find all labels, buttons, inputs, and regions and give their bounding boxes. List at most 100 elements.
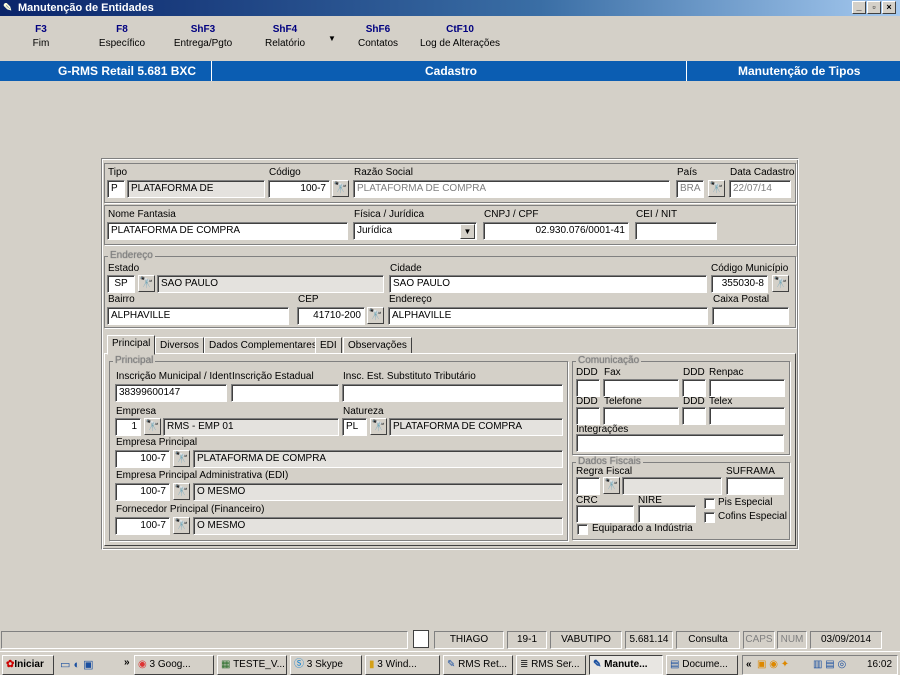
tab-principal[interactable]: Principal: [107, 335, 156, 355]
fkey-f3-button[interactable]: F3 Fim: [0, 24, 86, 49]
inscricao-municipal-field[interactable]: 38399600147: [115, 384, 227, 402]
tab-diversos[interactable]: Diversos: [155, 337, 204, 354]
binoculars-search-icon[interactable]: 🔭: [603, 477, 620, 494]
tray-app-icons[interactable]: ▣ ◉ ✦: [757, 656, 789, 674]
fkey-shf3-button[interactable]: ShF3 Entrega/Pgto: [158, 24, 248, 49]
fisica-juridica-select[interactable]: Jurídica: [353, 222, 477, 240]
crc-field[interactable]: [576, 505, 634, 523]
binoculars-search-icon[interactable]: 🔭: [370, 418, 387, 435]
equiparado-industria-checkbox[interactable]: [577, 524, 588, 535]
cep-field[interactable]: 41710-200: [297, 307, 365, 325]
taskbar-item-chrome[interactable]: ◉ 3 Goog...: [134, 655, 214, 675]
window-title: Manutenção de Entidades: [18, 2, 154, 14]
telex-field[interactable]: [709, 407, 785, 425]
endereco-field[interactable]: ALPHAVILLE: [388, 307, 708, 325]
fkey-shf6-button[interactable]: ShF6 Contatos: [333, 24, 423, 49]
taskbar-item-windows[interactable]: ▮ 3 Wind...: [365, 655, 440, 675]
tray-expand-icon[interactable]: «: [746, 656, 752, 674]
empresa-principal-field[interactable]: 100-7: [115, 450, 170, 468]
empresa-adm-label: Empresa Principal Administrativa (EDI): [116, 470, 289, 481]
taskbar-label: Docume...: [682, 659, 728, 670]
nome-fantasia-label: Nome Fantasia: [108, 209, 176, 220]
cidade-field[interactable]: SAO PAULO: [389, 275, 707, 293]
tipo-code-field[interactable]: P: [107, 180, 125, 198]
bairro-field[interactable]: ALPHAVILLE: [107, 307, 289, 325]
endereco-label: Endereço: [389, 294, 432, 305]
inscricao-estadual-field[interactable]: [231, 384, 339, 402]
close-button[interactable]: ×: [882, 1, 896, 14]
nire-field[interactable]: [638, 505, 696, 523]
taskbar-item-rms-server[interactable]: ≣ RMS Ser...: [516, 655, 586, 675]
binoculars-search-icon[interactable]: 🔭: [138, 275, 155, 292]
inscricao-estadual-label: Inscrição Estadual: [232, 371, 314, 382]
natureza-field[interactable]: PL: [342, 418, 367, 436]
telex-ddd-field[interactable]: [682, 407, 706, 425]
fkey-ctf10-button[interactable]: CtF10 Log de Alterações: [415, 24, 505, 49]
telefone-field[interactable]: [603, 407, 679, 425]
binoculars-search-icon[interactable]: 🔭: [144, 418, 161, 435]
pais-field[interactable]: BRA: [676, 180, 704, 198]
cnpj-field[interactable]: 02.930.076/0001-41: [483, 222, 629, 240]
start-button[interactable]: ✿Iniciar: [2, 655, 54, 675]
rms-icon: ✎: [593, 659, 602, 670]
taskbar-item-teste[interactable]: ▦ TESTE_V...: [217, 655, 287, 675]
razao-social-field[interactable]: PLATAFORMA DE COMPRA: [353, 180, 670, 198]
binoculars-search-icon[interactable]: 🔭: [708, 180, 725, 197]
taskbar-label: 3 Skype: [306, 659, 343, 670]
chevron-more-icon[interactable]: »: [124, 657, 130, 668]
renpac-field[interactable]: [709, 379, 785, 397]
tray-network-icons[interactable]: ▥ ▤ ◎: [813, 656, 846, 674]
binoculars-search-icon[interactable]: 🔭: [173, 517, 190, 534]
fax-field[interactable]: [603, 379, 679, 397]
cei-nit-field[interactable]: [635, 222, 717, 240]
data-cadastro-field[interactable]: 22/07/14: [729, 180, 791, 198]
status-user: THIAGO: [434, 631, 504, 649]
binoculars-search-icon[interactable]: 🔭: [367, 307, 384, 324]
minimize-button[interactable]: _: [852, 1, 866, 14]
renpac-ddd-field[interactable]: [682, 379, 706, 397]
binoculars-search-icon[interactable]: 🔭: [173, 450, 190, 467]
taskbar-item-skype[interactable]: Ⓢ 3 Skype: [290, 655, 362, 675]
integracoes-field[interactable]: [576, 434, 784, 452]
taskbar-item-manutencao[interactable]: ✎ Manute...: [589, 655, 663, 675]
pis-especial-checkbox[interactable]: [704, 498, 715, 509]
app-icon: ✎: [3, 2, 13, 14]
caixa-postal-field[interactable]: [712, 307, 789, 325]
binoculars-search-icon[interactable]: 🔭: [772, 275, 789, 292]
rms-icon: ✎: [447, 659, 456, 670]
fornecedor-field[interactable]: 100-7: [115, 517, 170, 535]
fkey-shf4-button[interactable]: ShF4 Relatório: [240, 24, 330, 49]
empresa-adm-field[interactable]: 100-7: [115, 483, 170, 501]
inscricao-substituto-field[interactable]: [342, 384, 563, 402]
codigo-field[interactable]: 100-7: [268, 180, 330, 198]
tab-observacoes[interactable]: Observações: [343, 337, 412, 354]
regra-fiscal-desc-field: [622, 477, 722, 495]
endereco-group-label: Endereço: [108, 250, 155, 261]
maximize-button[interactable]: ▫: [867, 1, 881, 14]
chevron-down-icon[interactable]: ▼: [460, 224, 475, 239]
telefone-ddd-field[interactable]: [576, 407, 600, 425]
suframa-field[interactable]: [726, 477, 784, 495]
cofins-especial-checkbox[interactable]: [704, 512, 715, 523]
estado-field[interactable]: SP: [107, 275, 135, 293]
codigo-municipio-field[interactable]: 355030-8: [711, 275, 768, 293]
telefone-label: Telefone: [604, 396, 642, 407]
fkey-f8-button[interactable]: F8 Específico: [77, 24, 167, 49]
empresa-field[interactable]: 1: [115, 418, 141, 436]
suframa-label: SUFRAMA: [726, 466, 775, 477]
tab-dados-complementares[interactable]: Dados Complementares: [204, 337, 322, 354]
regra-fiscal-label: Regra Fiscal: [576, 466, 633, 477]
tab-edi[interactable]: EDI: [315, 337, 342, 354]
fax-ddd-field[interactable]: [576, 379, 600, 397]
regra-fiscal-field[interactable]: [576, 477, 600, 495]
pis-especial-label: Pis Especial: [718, 497, 773, 508]
taskbar-item-documento[interactable]: ▤ Docume...: [666, 655, 738, 675]
binoculars-search-icon[interactable]: 🔭: [332, 180, 349, 197]
server-icon: ≣: [520, 659, 529, 670]
quick-launch-icons[interactable]: ▭ ◐ ▣: [60, 658, 94, 671]
status-date: 03/09/2014: [810, 631, 882, 649]
binoculars-search-icon[interactable]: 🔭: [173, 483, 190, 500]
nome-fantasia-field[interactable]: PLATAFORMA DE COMPRA: [107, 222, 348, 240]
taskbar-item-rms-retail[interactable]: ✎ RMS Ret...: [443, 655, 513, 675]
fornecedor-nome-field: O MESMO: [193, 517, 563, 535]
